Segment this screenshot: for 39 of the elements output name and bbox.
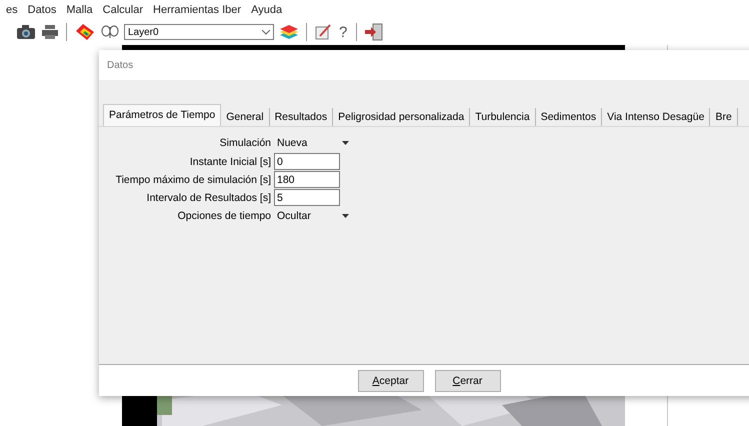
- field-label: Simulación: [220, 137, 271, 149]
- dropdown[interactable]: Ocultar: [274, 207, 349, 225]
- help-button[interactable]: ?: [337, 24, 350, 40]
- menu-item[interactable]: es: [6, 4, 18, 16]
- tab[interactable]: Via Intenso Desagüe: [602, 108, 710, 126]
- layer-dropdown[interactable]: Layer0: [124, 24, 274, 40]
- butterfly-icon[interactable]: [101, 24, 119, 40]
- menu-item[interactable]: Datos: [28, 4, 56, 16]
- field-label: Tiempo máximo de simulación [s]: [116, 174, 271, 186]
- dialog-button[interactable]: Aceptar: [358, 370, 424, 392]
- field-label: Intervalo de Resultados [s]: [146, 192, 271, 204]
- exit-door-icon[interactable]: [364, 23, 384, 41]
- field-label: Opciones de tiempo: [178, 210, 271, 222]
- tab[interactable]: Turbulencia: [470, 108, 536, 126]
- tab[interactable]: Peligrosidad personalizada: [333, 108, 470, 126]
- tab[interactable]: Resultados: [270, 108, 334, 126]
- rainbow-diamond-icon[interactable]: [74, 23, 96, 41]
- tab[interactable]: Parámetros de Tiempo: [103, 104, 222, 126]
- pencil-paper-icon[interactable]: [314, 23, 332, 41]
- caret-icon: [342, 141, 349, 145]
- dialog-title: Datos: [107, 60, 134, 70]
- layers-icon[interactable]: [279, 23, 299, 41]
- dropdown[interactable]: Nueva: [274, 134, 349, 152]
- tab[interactable]: Sedimentos: [536, 108, 602, 126]
- input-field[interactable]: 0: [274, 153, 340, 170]
- caret-icon: [262, 30, 270, 34]
- menu-item[interactable]: Calcular: [102, 4, 144, 16]
- tab[interactable]: Bre: [710, 108, 738, 126]
- tab[interactable]: General: [221, 108, 270, 126]
- input-field[interactable]: 180: [274, 171, 340, 188]
- menu-item[interactable]: Malla: [66, 4, 93, 16]
- camera-icon[interactable]: [16, 24, 36, 40]
- printer-icon[interactable]: [41, 24, 59, 40]
- menu-item[interactable]: Herramientas Iber: [153, 4, 242, 16]
- field-label: Instante Inicial [s]: [190, 156, 271, 168]
- input-field[interactable]: 5: [274, 189, 340, 206]
- caret-icon: [342, 214, 349, 218]
- dialog-button[interactable]: Cerrar: [434, 370, 500, 392]
- menu-item[interactable]: Ayuda: [251, 4, 282, 16]
